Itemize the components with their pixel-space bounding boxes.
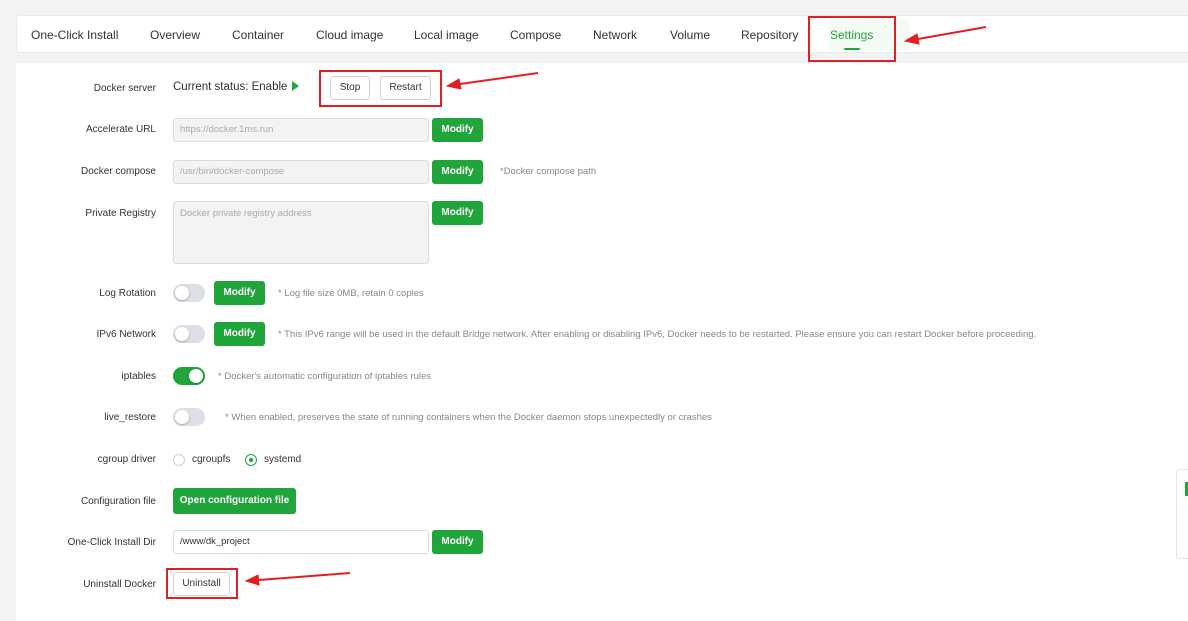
toggle-knob xyxy=(189,369,203,383)
uninstall-button[interactable]: Uninstall xyxy=(173,572,230,596)
systemd-radio-label[interactable]: systemd xyxy=(264,454,301,465)
docker-compose-input[interactable]: /usr/bin/docker-compose xyxy=(173,160,429,184)
accelerate-url-input[interactable]: https://docker.1ms.run xyxy=(173,118,429,142)
open-config-file-button[interactable]: Open configuration file xyxy=(173,488,296,514)
log-rotation-label: Log Rotation xyxy=(99,288,156,299)
tab-overview[interactable]: Overview xyxy=(150,16,200,54)
cgroup-driver-label: cgroup driver xyxy=(97,454,156,465)
docker-status-text: Current status: Enable xyxy=(173,81,288,93)
install-dir-input[interactable]: /www/dk_project xyxy=(173,530,429,554)
iptables-toggle[interactable] xyxy=(173,367,205,385)
private-registry-textarea[interactable]: Docker private registry address xyxy=(173,201,429,264)
ipv6-network-hint: * This IPv6 range will be used in the de… xyxy=(278,329,1037,340)
iptables-label: iptables xyxy=(121,371,156,382)
iptables-hint: * Docker's automatic configuration of ip… xyxy=(218,371,432,382)
docker-status: Current status: Enable xyxy=(173,81,300,93)
tab-one-click-install[interactable]: One-Click Install xyxy=(31,16,118,54)
private-registry-modify-button[interactable]: Modify xyxy=(432,201,483,225)
tab-bar: One-Click Install Overview Container Clo… xyxy=(16,15,1188,53)
private-registry-label: Private Registry xyxy=(85,208,156,219)
log-rotation-modify-button[interactable]: Modify xyxy=(214,281,265,305)
live-restore-toggle[interactable] xyxy=(173,408,205,426)
docker-server-label: Docker server xyxy=(93,83,156,94)
play-icon xyxy=(292,81,300,91)
uninstall-docker-label: Uninstall Docker xyxy=(83,579,156,590)
ipv6-network-label: IPv6 Network xyxy=(96,329,156,340)
install-dir-modify-button[interactable]: Modify xyxy=(432,530,483,554)
docker-compose-label: Docker compose xyxy=(80,166,156,177)
install-dir-label: One-Click Install Dir xyxy=(67,537,156,548)
docker-compose-hint: *Docker compose path xyxy=(500,166,597,177)
toggle-knob xyxy=(175,327,189,341)
live-restore-hint: * When enabled, preserves the state of r… xyxy=(225,412,712,423)
tab-cloud-image[interactable]: Cloud image xyxy=(316,16,383,54)
live-restore-label: live_restore xyxy=(104,412,156,423)
toggle-knob xyxy=(175,286,189,300)
accelerate-url-label: Accelerate URL xyxy=(85,124,156,135)
tab-settings[interactable]: Settings xyxy=(830,16,873,54)
side-floating-widget[interactable] xyxy=(1176,469,1188,559)
tab-container[interactable]: Container xyxy=(232,16,284,54)
ipv6-network-modify-button[interactable]: Modify xyxy=(214,322,265,346)
stop-button[interactable]: Stop xyxy=(330,76,370,100)
tab-volume[interactable]: Volume xyxy=(670,16,710,54)
tab-compose[interactable]: Compose xyxy=(510,16,561,54)
tab-network[interactable]: Network xyxy=(593,16,637,54)
ipv6-network-toggle[interactable] xyxy=(173,325,205,343)
accelerate-url-modify-button[interactable]: Modify xyxy=(432,118,483,142)
tab-local-image[interactable]: Local image xyxy=(414,16,479,54)
tab-repository[interactable]: Repository xyxy=(741,16,798,54)
systemd-radio[interactable] xyxy=(245,454,257,466)
config-file-label: Configuration file xyxy=(80,496,156,507)
restart-button[interactable]: Restart xyxy=(380,76,431,100)
docker-compose-modify-button[interactable]: Modify xyxy=(432,160,483,184)
cgroupfs-radio-label[interactable]: cgroupfs xyxy=(192,454,230,465)
toggle-knob xyxy=(175,410,189,424)
settings-panel: Docker server Current status: Enable Sto… xyxy=(16,63,1188,621)
log-rotation-hint: * Log file size 0MB, retain 0 copies xyxy=(278,288,424,299)
cgroupfs-radio[interactable] xyxy=(173,454,185,466)
log-rotation-toggle[interactable] xyxy=(173,284,205,302)
